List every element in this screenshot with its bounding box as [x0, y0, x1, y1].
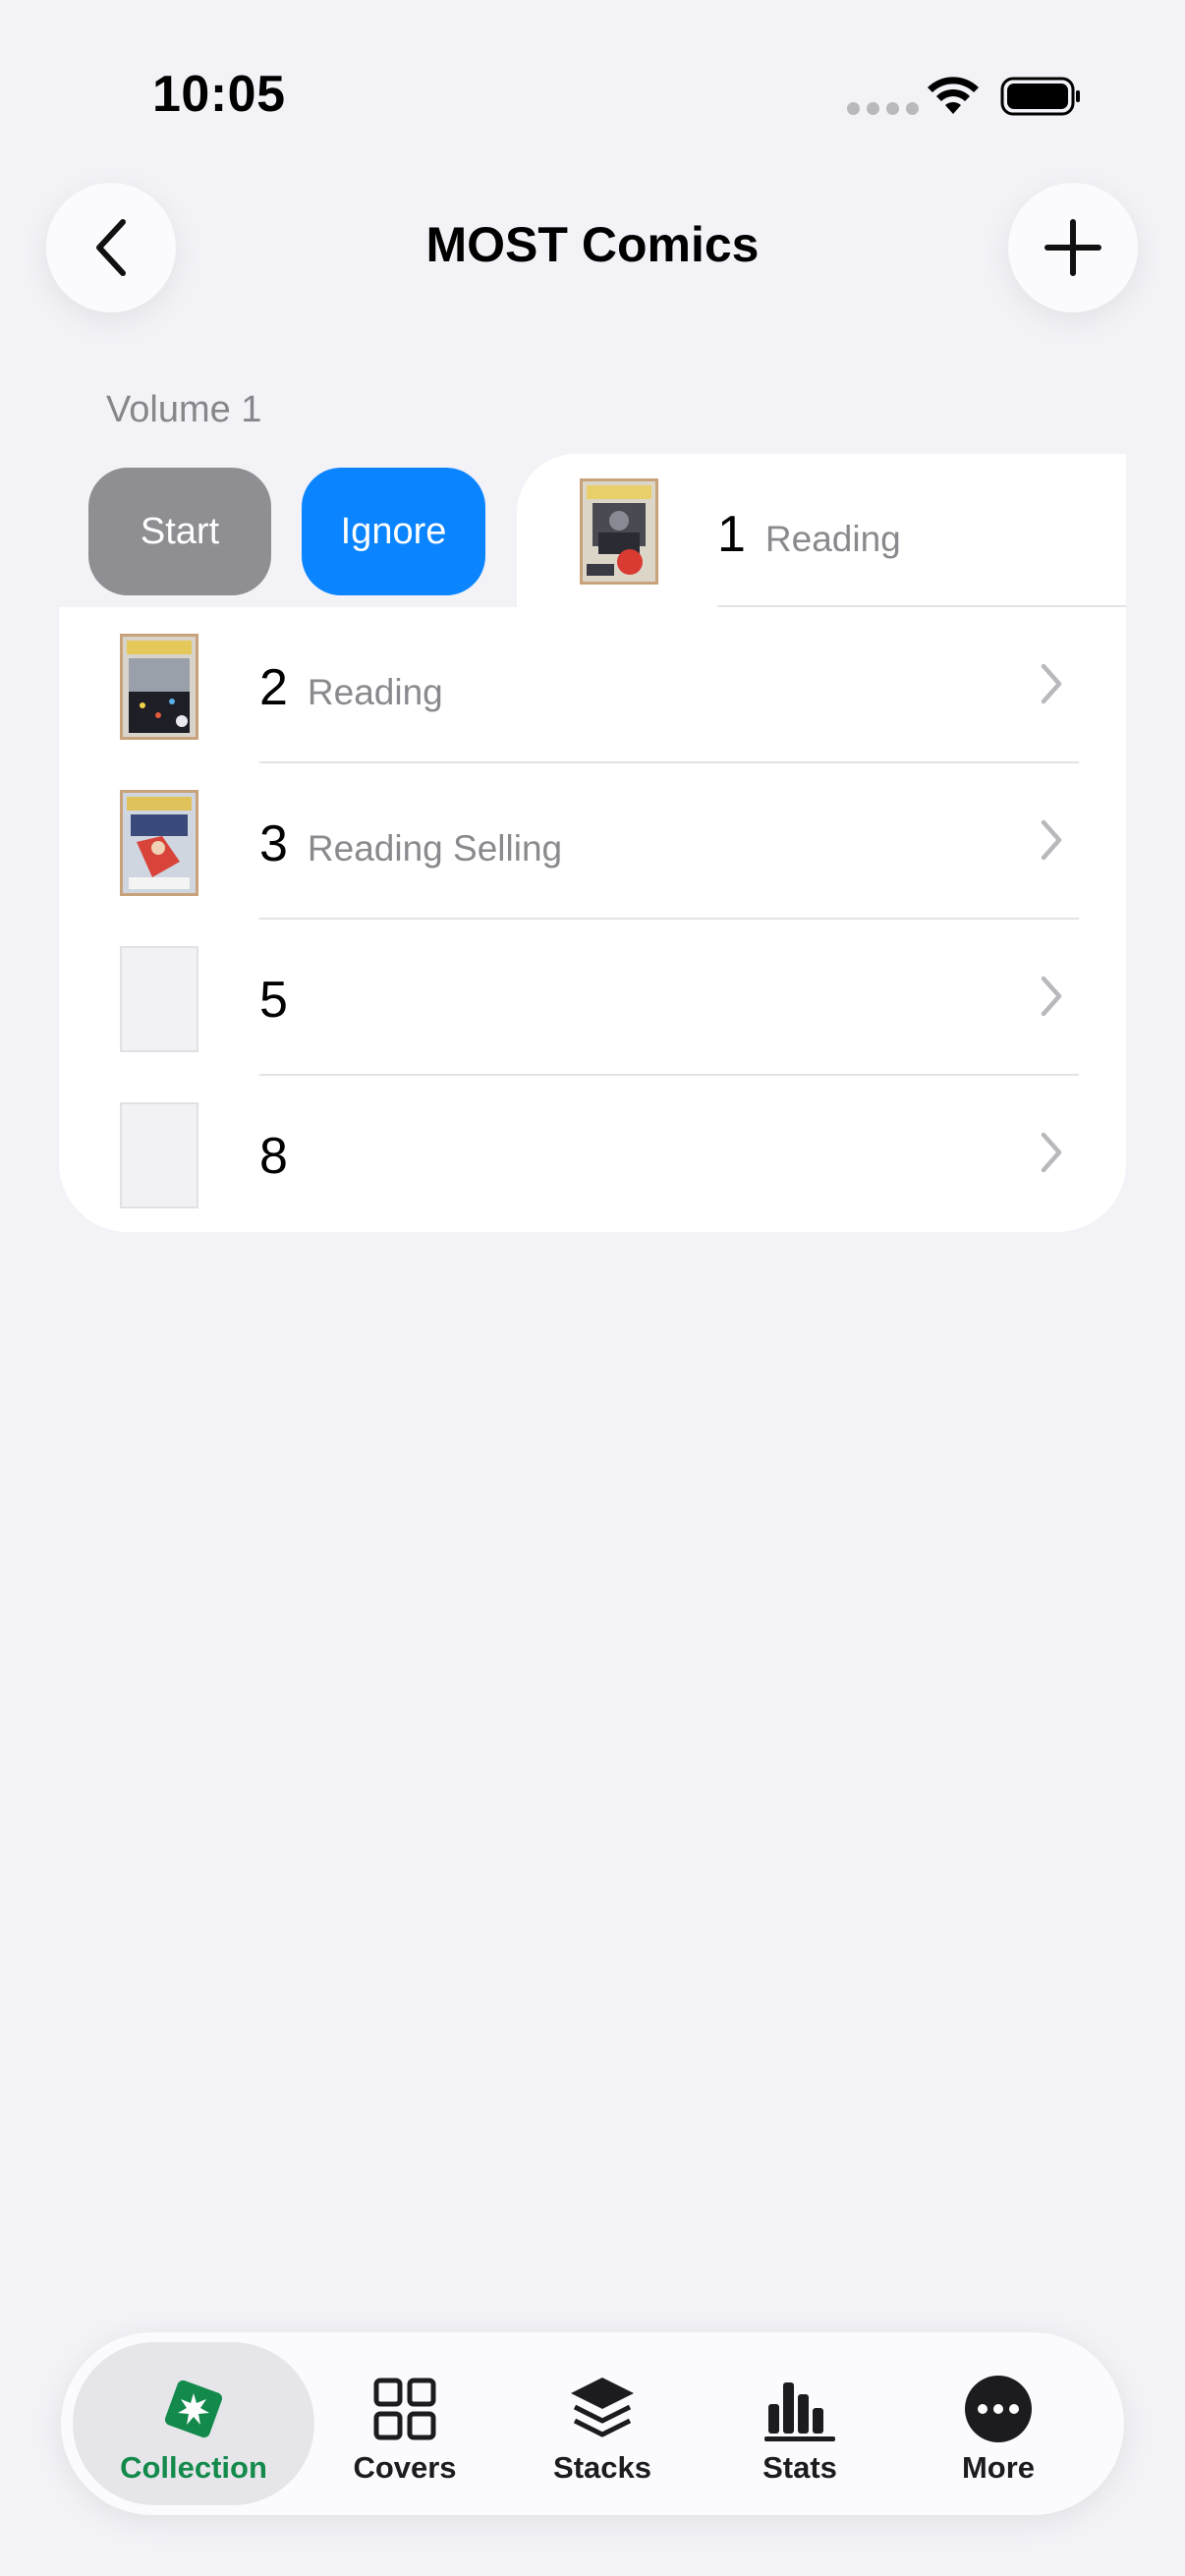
issue-status: Reading — [764, 519, 901, 559]
empty-cover-placeholder — [120, 1102, 198, 1208]
chevron-right-icon — [1041, 1132, 1062, 1173]
more-icon — [959, 2370, 1038, 2448]
start-button[interactable]: Start — [88, 468, 271, 595]
ignore-button[interactable]: Ignore — [302, 468, 485, 595]
issue-status: Reading Selling — [307, 828, 563, 868]
tab-stacks[interactable]: Stacks — [504, 2342, 701, 2505]
chevron-right-icon — [1041, 976, 1062, 1017]
chart-icon — [761, 2370, 839, 2448]
tab-label: Stats — [762, 2450, 837, 2485]
chevron-right-icon — [1041, 819, 1062, 861]
tab-label: Collection — [120, 2450, 267, 2485]
list-item[interactable]: 8 — [59, 1076, 1126, 1232]
issue-list-card: 2 Reading 3 Reading Selling 5 8 — [59, 607, 1126, 1232]
tab-label: Covers — [353, 2450, 457, 2485]
list-item[interactable]: 5 — [59, 920, 1126, 1076]
chevron-right-icon — [1041, 663, 1062, 704]
tab-label: More — [961, 2450, 1036, 2485]
chevron-left-icon — [96, 219, 126, 276]
plus-icon — [1044, 219, 1101, 276]
comic-cover-thumbnail — [120, 790, 198, 896]
section-header: Volume 1 — [106, 389, 262, 430]
tab-label: Stacks — [553, 2450, 651, 2485]
grid-icon — [366, 2370, 444, 2448]
battery-icon — [1000, 77, 1080, 116]
issue-number: 3 — [259, 815, 288, 872]
issue-number: 8 — [259, 1128, 288, 1185]
empty-cover-placeholder — [120, 946, 198, 1052]
comic-cover-thumbnail — [120, 634, 198, 740]
tab-collection[interactable]: Collection — [73, 2342, 314, 2505]
status-bar: 10:05 — [0, 0, 1185, 167]
wifi-icon — [928, 77, 979, 114]
tab-more[interactable]: More — [900, 2342, 1097, 2505]
page-title: MOST Comics — [425, 217, 760, 272]
add-button[interactable] — [1008, 183, 1138, 312]
collection-icon — [154, 2370, 233, 2448]
swipe-actions: Start Ignore — [59, 454, 517, 607]
list-item[interactable]: 1 Reading — [517, 454, 1126, 607]
list-item[interactable]: 3 Reading Selling — [59, 763, 1126, 920]
tab-stats[interactable]: Stats — [702, 2342, 898, 2505]
tab-bar: Collection Covers Stacks Stats More — [61, 2332, 1124, 2515]
status-time: 10:05 — [152, 66, 286, 123]
stack-icon — [563, 2370, 642, 2448]
back-button[interactable] — [46, 183, 176, 312]
issue-number: 5 — [259, 972, 288, 1029]
list-item[interactable]: 2 Reading — [59, 607, 1126, 763]
cellular-signal-icon — [847, 102, 919, 115]
comic-cover-thumbnail — [580, 478, 658, 585]
issue-number: 1 — [717, 506, 746, 563]
tab-covers[interactable]: Covers — [307, 2342, 503, 2505]
issue-status: Reading — [307, 672, 443, 712]
issue-number: 2 — [259, 659, 288, 716]
